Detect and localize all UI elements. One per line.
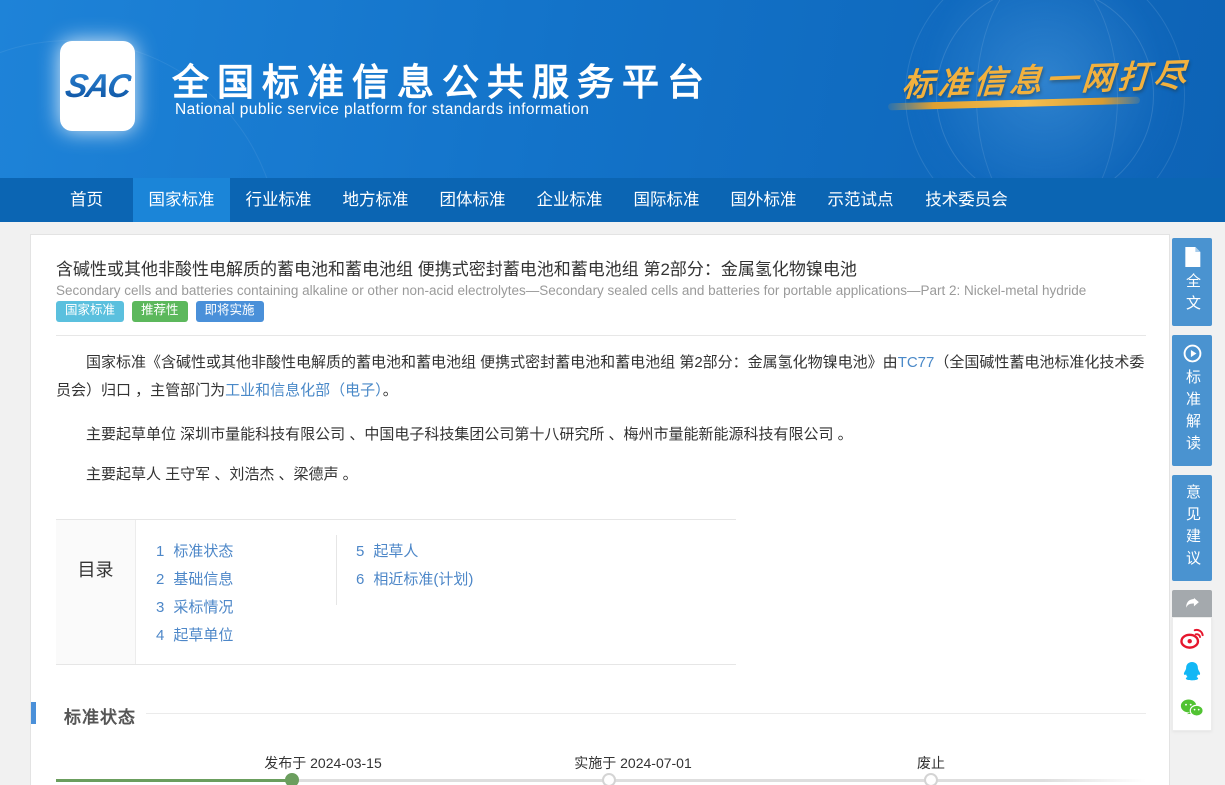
section-header-line [146,713,1146,714]
platform-title: 全国标准信息公共服务平台 [172,52,712,106]
timeline-label-implemented: 实施于 2024-07-01 [574,753,692,773]
timeline-dot-implemented [602,773,616,785]
toc-link-standard-status[interactable]: 1 标准状态 [156,540,233,561]
toc-label: 基础信息 [173,571,233,588]
toc-box: 目录 1 标准状态 2 基础信息 3 采标情况 4 起草单位 5 起草人 6 相近标准(计划… [56,519,736,665]
tag-upcoming-implementation: 即将实施 [196,301,264,322]
toc-num: 6 [356,571,364,588]
intro-paragraph: 国家标准《含碱性或其他非酸性电解质的蓄电池和蓄电池组 便携式密封蓄电池和蓄电池组… [56,349,1150,405]
timeline-label-published: 发布于 2024-03-15 [264,753,382,773]
share-button[interactable] [1172,590,1212,617]
tag-recommended: 推荐性 [132,301,188,322]
side-toolbar: 全文 标准解读 意见建议 [1172,238,1212,731]
interpretation-button[interactable]: 标准解读 [1172,335,1212,466]
toc-label: 起草单位 [173,627,233,644]
timeline-dot-abolished [924,773,938,785]
site-header: SAC 全国标准信息公共服务平台 National public service… [0,0,1225,178]
nav-item-foreign-standards[interactable]: 国外标准 [715,178,812,222]
content-panel: 含碱性或其他非酸性电解质的蓄电池和蓄电池组 便携式密封蓄电池和蓄电池组 第2部分… [30,234,1170,785]
toc-num: 5 [356,543,364,560]
toc-link-drafters[interactable]: 5 起草人 [356,540,418,561]
toc-num: 4 [156,627,164,644]
feedback-label: 意见建议 [1172,484,1212,572]
toc-link-drafting-units[interactable]: 4 起草单位 [156,624,233,645]
sac-logo[interactable]: SAC [60,41,135,131]
intro-text-3: 。 [383,382,398,399]
share-icon [1184,595,1201,612]
toc-link-adoption-info[interactable]: 3 采标情况 [156,596,233,617]
toc-label: 标准状态 [173,543,233,560]
play-circle-icon [1183,344,1202,363]
section-accent-bar [31,702,36,724]
nav-item-national-standards[interactable]: 国家标准 [133,178,230,222]
nav-item-technical-committee[interactable]: 技术委员会 [909,178,1024,222]
tag-row: 国家标准 推荐性 即将实施 [56,301,264,322]
standard-title-en: Secondary cells and batteries containing… [56,283,1146,298]
toc-link-basic-info[interactable]: 2 基础信息 [156,568,233,589]
toc-column-divider [336,535,337,605]
toc-num: 1 [156,543,164,560]
nav-item-enterprise-standards[interactable]: 企业标准 [521,178,618,222]
main-nav: 首页 国家标准 行业标准 地方标准 团体标准 企业标准 国际标准 国外标准 示范… [0,178,1225,222]
qq-icon[interactable] [1180,661,1204,685]
standard-title-zh: 含碱性或其他非酸性电解质的蓄电池和蓄电池组 便携式密封蓄电池和蓄电池组 第2部分… [56,255,1146,280]
toc-title: 目录 [56,520,136,664]
fulltext-button[interactable]: 全文 [1172,238,1212,326]
nav-item-pilot-demo[interactable]: 示范试点 [812,178,909,222]
wechat-icon[interactable] [1180,696,1204,720]
document-icon [1183,247,1201,267]
timeline-progress [56,779,292,782]
sac-logo-text: SAC [62,67,132,105]
nav-item-home[interactable]: 首页 [40,178,133,222]
weibo-icon[interactable] [1180,626,1204,650]
interpretation-label: 标准解读 [1172,369,1212,457]
platform-subtitle: National public service platform for sta… [175,101,589,119]
nav-item-industry-standards[interactable]: 行业标准 [230,178,327,222]
page: SAC 全国标准信息公共服务平台 National public service… [0,0,1225,785]
feedback-button[interactable]: 意见建议 [1172,475,1212,581]
tag-national-standard: 国家标准 [56,301,124,322]
toc-num: 2 [156,571,164,588]
toc-link-similar-standards[interactable]: 6 相近标准(计划) [356,568,473,589]
share-panel [1172,617,1212,731]
nav-item-international-standards[interactable]: 国际标准 [618,178,715,222]
toc-num: 3 [156,599,164,616]
divider [56,335,1146,336]
fulltext-label: 全文 [1172,273,1212,317]
intro-text-1: 国家标准《含碱性或其他非酸性电解质的蓄电池和蓄电池组 便携式密封蓄电池和蓄电池组… [86,354,898,371]
drafters-paragraph: 主要起草人 王守军 、刘浩杰 、梁德声 。 [56,461,1150,489]
link-ministry[interactable]: 工业和信息化部（电子） [225,382,383,399]
link-tc77[interactable]: TC77 [898,354,935,371]
timeline-dot-published [285,773,299,785]
toc-label: 起草人 [373,543,418,560]
timeline-track [292,779,1146,782]
toc-label: 相近标准(计划) [373,571,473,588]
nav-item-local-standards[interactable]: 地方标准 [327,178,424,222]
section-title-standard-status: 标准状态 [64,703,136,728]
toc-label: 采标情况 [173,599,233,616]
timeline-label-abolished: 废止 [917,753,945,773]
drafting-units-paragraph: 主要起草单位 深圳市量能科技有限公司 、中国电子科技集团公司第十八研究所 、梅州… [56,421,1150,449]
nav-item-group-standards[interactable]: 团体标准 [424,178,521,222]
